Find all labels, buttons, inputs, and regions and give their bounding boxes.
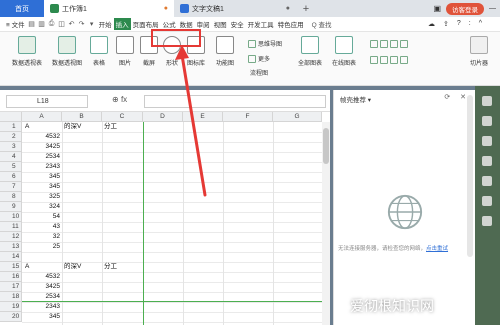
watermark-url: www.aichegen.com <box>430 316 474 322</box>
watermark: 爱彻根知识网 <box>350 299 434 315</box>
red-arrow <box>175 45 207 197</box>
